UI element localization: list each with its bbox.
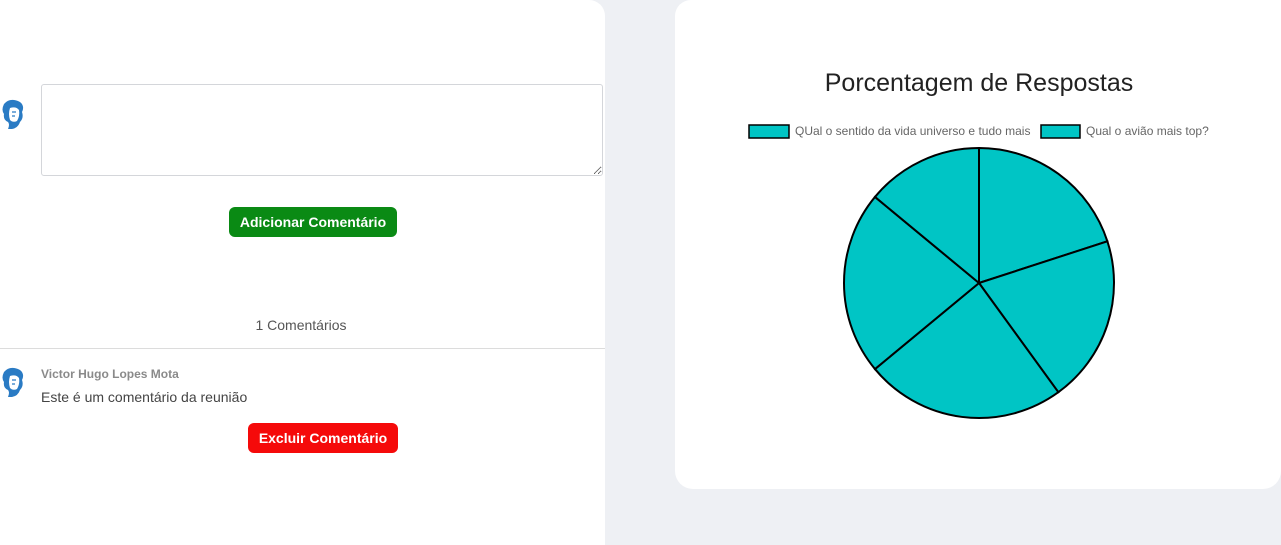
divider [0,348,605,349]
comment-text: Este é um comentário da reunião [41,389,248,405]
comment-count: 1 Comentários [255,317,347,333]
pie-slices [843,146,1115,419]
comment-author: Victor Hugo Lopes Mota [41,367,179,381]
pie-chart: Porcentagem de Respostas QUal o sentido … [748,69,1209,419]
chart-panel: Porcentagem de Respostas QUal o sentido … [675,0,1281,489]
comment-textarea[interactable] [41,84,603,176]
legend-label-1: QUal o sentido da vida universo e tudo m… [795,124,1030,138]
legend-label-2: Qual o avião mais top? [1086,124,1209,138]
chart-legend: QUal o sentido da vida universo e tudo m… [748,124,1209,139]
comment-author-avatar-icon [2,367,24,397]
legend-swatch-2 [1040,124,1081,139]
add-comment-button[interactable]: Adicionar Comentário [229,207,397,237]
legend-swatch-1 [748,124,790,139]
comments-panel: Adicionar Comentário 1 Comentários Victo… [0,0,605,545]
delete-comment-button[interactable]: Excluir Comentário [248,423,398,453]
user-avatar-icon [2,99,24,129]
chart-title: Porcentagem de Respostas [825,69,1134,97]
